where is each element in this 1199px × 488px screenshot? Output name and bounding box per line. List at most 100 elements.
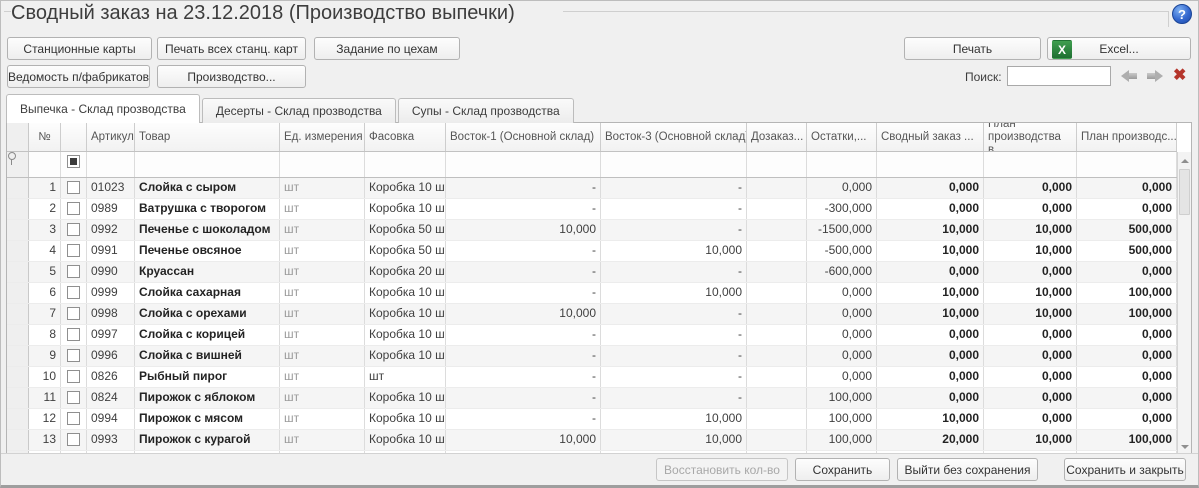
- save-and-close-button[interactable]: Сохранить и закрыть: [1064, 458, 1186, 481]
- col-header-planv[interactable]: План производства в...: [984, 123, 1077, 151]
- table-row[interactable]: 120994Пирожок с мясомштКоробка 10 шт.-10…: [7, 409, 1177, 430]
- products-grid: №АртикулТоварЕд. измеренияФасовкаВосток-…: [6, 122, 1192, 456]
- cell-planp: 100,000: [1077, 304, 1177, 324]
- exit-no-save-button[interactable]: Выйти без сохранения: [897, 458, 1038, 481]
- col-header-blank: [7, 123, 29, 151]
- row-checkbox[interactable]: [67, 370, 80, 383]
- help-icon[interactable]: ?: [1172, 4, 1192, 24]
- row-checkbox[interactable]: [67, 433, 80, 446]
- cell-doz: [747, 388, 807, 408]
- search-next-button[interactable]: [1147, 70, 1165, 82]
- tab-deserty[interactable]: Десерты - Склад прозводства: [202, 98, 396, 123]
- filter-cell-num[interactable]: [29, 152, 61, 177]
- row-checkbox[interactable]: [67, 349, 80, 362]
- semifinished-sheet-button[interactable]: Ведомость п/фабрикатов: [7, 65, 150, 88]
- col-header-doz[interactable]: Дозаказ...: [747, 123, 807, 151]
- cell-planp: 500,000: [1077, 220, 1177, 240]
- cell-v1: -: [446, 367, 601, 387]
- filter-cell-svod[interactable]: [877, 152, 984, 177]
- cell-v1: 10,000: [446, 220, 601, 240]
- row-checkbox[interactable]: [67, 265, 80, 278]
- cell-v1: -: [446, 178, 601, 198]
- table-row[interactable]: 50990КруассанштКоробка 20 шт.---600,0000…: [7, 262, 1177, 283]
- col-header-pack[interactable]: Фасовка: [365, 123, 446, 151]
- print-all-cards-button[interactable]: Печать всех станц. карт: [157, 37, 306, 60]
- cell-ost: 0,000: [807, 178, 877, 198]
- cell-ost: 100,000: [807, 409, 877, 429]
- vertical-scrollbar[interactable]: [1177, 152, 1191, 455]
- cell-planv: 10,000: [984, 220, 1077, 240]
- col-header-svod[interactable]: Сводный заказ ...: [877, 123, 984, 151]
- cell-unit: шт: [280, 199, 365, 219]
- cell-num: 6: [29, 283, 61, 303]
- filter-cell-unit[interactable]: [280, 152, 365, 177]
- table-row[interactable]: 20989Ватрушка с творогомштКоробка 10 шт.…: [7, 199, 1177, 220]
- row-checkbox[interactable]: [67, 412, 80, 425]
- filter-checkbox-cell[interactable]: [61, 152, 87, 177]
- filter-cell-v1[interactable]: [446, 152, 601, 177]
- col-header-planp[interactable]: План производс...: [1077, 123, 1177, 151]
- table-row[interactable]: 130993Пирожок с курагойштКоробка 10 шт.1…: [7, 430, 1177, 451]
- table-row[interactable]: 70998Слойка с орехамиштКоробка 10 шт.10,…: [7, 304, 1177, 325]
- cell-v3: 10,000: [601, 283, 747, 303]
- row-checkbox[interactable]: [67, 328, 80, 341]
- filter-cell-planv[interactable]: [984, 152, 1077, 177]
- row-checkbox[interactable]: [67, 307, 80, 320]
- print-button[interactable]: Печать: [904, 37, 1041, 60]
- table-row[interactable]: 100826Рыбный пирогштшт--0,0000,0000,0000…: [7, 367, 1177, 388]
- col-header-v3[interactable]: Восток-3 (Основной склад): [601, 123, 747, 151]
- save-button[interactable]: Сохранить: [795, 458, 890, 481]
- search-clear-icon[interactable]: ✖: [1173, 65, 1186, 85]
- col-header-ost[interactable]: Остатки,...: [807, 123, 877, 151]
- row-checkbox[interactable]: [67, 223, 80, 236]
- row-indicator-cell: [7, 346, 29, 366]
- table-row[interactable]: 60999Слойка сахарнаяштКоробка 10 шт.-10,…: [7, 283, 1177, 304]
- table-row[interactable]: 101023Слойка с сыромштКоробка 10 шт.--0,…: [7, 178, 1177, 199]
- cell-num: 3: [29, 220, 61, 240]
- excel-button[interactable]: X Excel...: [1047, 37, 1191, 60]
- tab-supy[interactable]: Супы - Склад прозводства: [398, 98, 574, 123]
- row-checkbox[interactable]: [67, 181, 80, 194]
- col-header-v1[interactable]: Восток-1 (Основной склад): [446, 123, 601, 151]
- row-checkbox[interactable]: [67, 244, 80, 257]
- station-cards-button[interactable]: Станционные карты: [7, 37, 152, 60]
- filter-cell-doz[interactable]: [747, 152, 807, 177]
- cell-doz: [747, 220, 807, 240]
- cell-article: 0991: [87, 241, 135, 261]
- tab-vypechka[interactable]: Выпечка - Склад прозводства: [6, 94, 200, 123]
- table-row[interactable]: 40991Печенье овсяноештКоробка 50 шт.-10,…: [7, 241, 1177, 262]
- production-button[interactable]: Производство...: [157, 65, 306, 88]
- col-header-article[interactable]: Артикул: [87, 123, 135, 151]
- filter-cell-article[interactable]: [87, 152, 135, 177]
- row-checkbox[interactable]: [67, 202, 80, 215]
- row-checkbox[interactable]: [67, 391, 80, 404]
- table-row[interactable]: 90996Слойка с вишнейштКоробка 10 шт.--0,…: [7, 346, 1177, 367]
- col-header-num[interactable]: №: [29, 123, 61, 151]
- filter-cell-planp[interactable]: [1077, 152, 1177, 177]
- cell-doz: [747, 241, 807, 261]
- filter-cell-ost[interactable]: [807, 152, 877, 177]
- scrollbar-thumb[interactable]: [1179, 169, 1190, 215]
- row-indicator-cell: [7, 325, 29, 345]
- table-row[interactable]: 30992Печенье с шоколадомштКоробка 50 шт.…: [7, 220, 1177, 241]
- search-prev-button[interactable]: [1121, 70, 1139, 82]
- shop-tasks-button[interactable]: Задание по цехам: [314, 37, 460, 60]
- row-checkbox[interactable]: [67, 286, 80, 299]
- table-row[interactable]: 80997Слойка с корицейштКоробка 10 шт.--0…: [7, 325, 1177, 346]
- filter-cell-name[interactable]: [135, 152, 280, 177]
- search-input[interactable]: [1007, 66, 1111, 86]
- cell-pack: Коробка 10 шт.: [365, 304, 446, 324]
- cell-name: Рыбный пирог: [135, 367, 280, 387]
- col-header-unit[interactable]: Ед. измерения: [280, 123, 365, 151]
- scroll-down-button[interactable]: [1178, 439, 1191, 454]
- table-row[interactable]: 110824Пирожок с яблокомштКоробка 10 шт.-…: [7, 388, 1177, 409]
- col-header-name[interactable]: Товар: [135, 123, 280, 151]
- scroll-up-button[interactable]: [1178, 153, 1191, 168]
- cell-svod: 0,000: [877, 325, 984, 345]
- filter-cell-pack[interactable]: [365, 152, 446, 177]
- cell-ost: -1500,000: [807, 220, 877, 240]
- search-label: Поиск:: [965, 70, 1002, 84]
- cell-ost: -300,000: [807, 199, 877, 219]
- select-all-checkbox[interactable]: [67, 155, 80, 168]
- filter-cell-v3[interactable]: [601, 152, 747, 177]
